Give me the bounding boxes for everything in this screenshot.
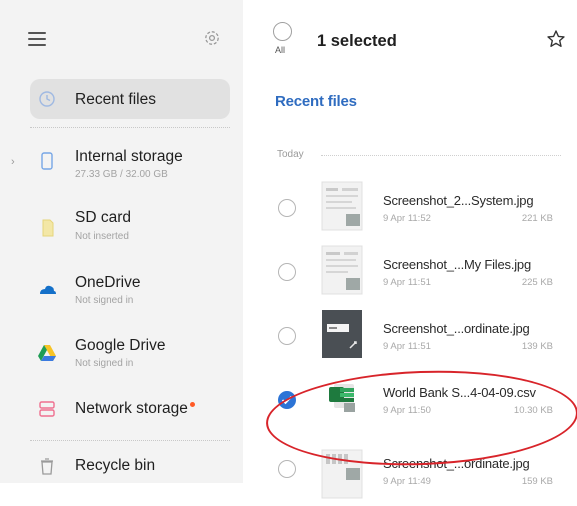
sidebar-item-network-storage-label: Network storage	[75, 400, 195, 418]
sidebar-item-sd-card[interactable]: SD card Not inserted	[0, 203, 243, 251]
sidebar-item-onedrive[interactable]: OneDrive Not signed in	[0, 270, 243, 318]
screenshot-thumbnail-dark	[320, 308, 364, 360]
network-storage-icon	[36, 398, 58, 420]
sidebar-item-label: Internal storage	[75, 148, 183, 165]
sidebar-item-internal-storage[interactable]: › Internal storage 27.33 GB / 32.00 GB	[0, 142, 243, 190]
file-select-radio[interactable]	[278, 199, 296, 217]
file-select-radio[interactable]	[278, 460, 296, 478]
screenshot-thumbnail	[320, 180, 364, 232]
chevron-right-icon[interactable]: ›	[11, 156, 15, 168]
sidebar-item-label: Network storage	[75, 400, 188, 417]
section-title-recent-files[interactable]: Recent files	[275, 93, 357, 110]
trash-icon	[36, 455, 58, 477]
file-date: 9 Apr 11:51	[383, 277, 431, 288]
sidebar-item-recycle-bin[interactable]: Recycle bin	[0, 452, 243, 500]
excel-csv-icon	[320, 372, 364, 424]
file-size: 139 KB	[521, 341, 553, 352]
sidebar-item-label: SD card	[75, 209, 131, 226]
sidebar-item-google-drive[interactable]: Google Drive Not signed in	[0, 333, 243, 381]
hamburger-menu-icon[interactable]	[28, 30, 48, 46]
star-icon[interactable]	[545, 28, 567, 50]
onedrive-icon	[36, 278, 58, 300]
day-group-label: Today	[277, 149, 304, 160]
screenshot-thumbnail	[320, 244, 364, 296]
file-row[interactable]: Screenshot_...My Files.jpg 9 Apr 11:51 2…	[243, 244, 577, 304]
clock-icon	[36, 88, 58, 110]
gear-icon[interactable]	[202, 28, 222, 48]
divider	[321, 155, 561, 156]
divider	[30, 440, 230, 441]
sidebar-item-status: Not signed in	[75, 358, 134, 369]
google-drive-icon	[36, 341, 58, 363]
file-select-radio[interactable]	[278, 327, 296, 345]
sidebar-item-status: Not signed in	[75, 295, 134, 306]
file-size: 159 KB	[521, 476, 553, 487]
checkmark-icon	[281, 395, 293, 405]
file-size: 10.30 KB	[513, 405, 553, 416]
file-date: 9 Apr 11:49	[383, 476, 431, 487]
file-row[interactable]: Screenshot_...ordinate.jpg 9 Apr 11:51 1…	[243, 308, 577, 368]
phone-icon	[36, 150, 58, 172]
sidebar-item-network-storage[interactable]: Network storage	[0, 395, 243, 443]
sidebar-header	[0, 0, 243, 70]
notification-dot	[189, 402, 195, 407]
file-date: 9 Apr 11:51	[383, 341, 431, 352]
file-row[interactable]: Screenshot_2...System.jpg 9 Apr 11:52 22…	[243, 180, 577, 240]
file-select-radio-checked[interactable]	[278, 391, 296, 409]
file-name: Screenshot_2...System.jpg	[383, 193, 534, 208]
file-date: 9 Apr 11:50	[383, 405, 431, 416]
sidebar-item-label: Google Drive	[75, 337, 166, 354]
file-size: 221 KB	[521, 213, 553, 224]
sidebar: Recent files › Internal storage 27.33 GB…	[0, 0, 243, 483]
sidebar-item-label: Recycle bin	[75, 457, 156, 474]
sidebar-item-label: Recent files	[75, 91, 156, 108]
storage-usage-text: 27.33 GB / 32.00 GB	[75, 169, 168, 180]
file-size: 225 KB	[521, 277, 553, 288]
file-select-radio[interactable]	[278, 263, 296, 281]
file-name: Screenshot_...My Files.jpg	[383, 257, 531, 272]
sidebar-item-recent-files[interactable]: Recent files	[0, 79, 243, 127]
select-all-label: All	[275, 45, 286, 55]
file-name: Screenshot_...ordinate.jpg	[383, 321, 530, 336]
sidebar-item-label: OneDrive	[75, 274, 141, 291]
divider	[30, 127, 230, 128]
file-name: World Bank S...4-04-09.csv	[383, 385, 536, 400]
sidebar-item-status: Not inserted	[75, 231, 129, 242]
file-row-selected[interactable]: World Bank S...4-04-09.csv 9 Apr 11:50 1…	[243, 372, 577, 432]
main-panel: All 1 selected Recent files Today Screen…	[243, 0, 577, 499]
select-all-toggle[interactable]: All	[271, 22, 295, 62]
sd-card-icon	[36, 217, 58, 239]
screenshot-thumbnail	[320, 448, 364, 500]
file-row[interactable]: Screenshot_...ordinate.jpg 9 Apr 11:49 1…	[243, 446, 577, 506]
file-date: 9 Apr 11:52	[383, 213, 431, 224]
file-name: Screenshot_...ordinate.jpg	[383, 456, 530, 471]
selected-count: 1 selected	[317, 32, 397, 50]
select-all-checkbox[interactable]	[273, 22, 292, 41]
